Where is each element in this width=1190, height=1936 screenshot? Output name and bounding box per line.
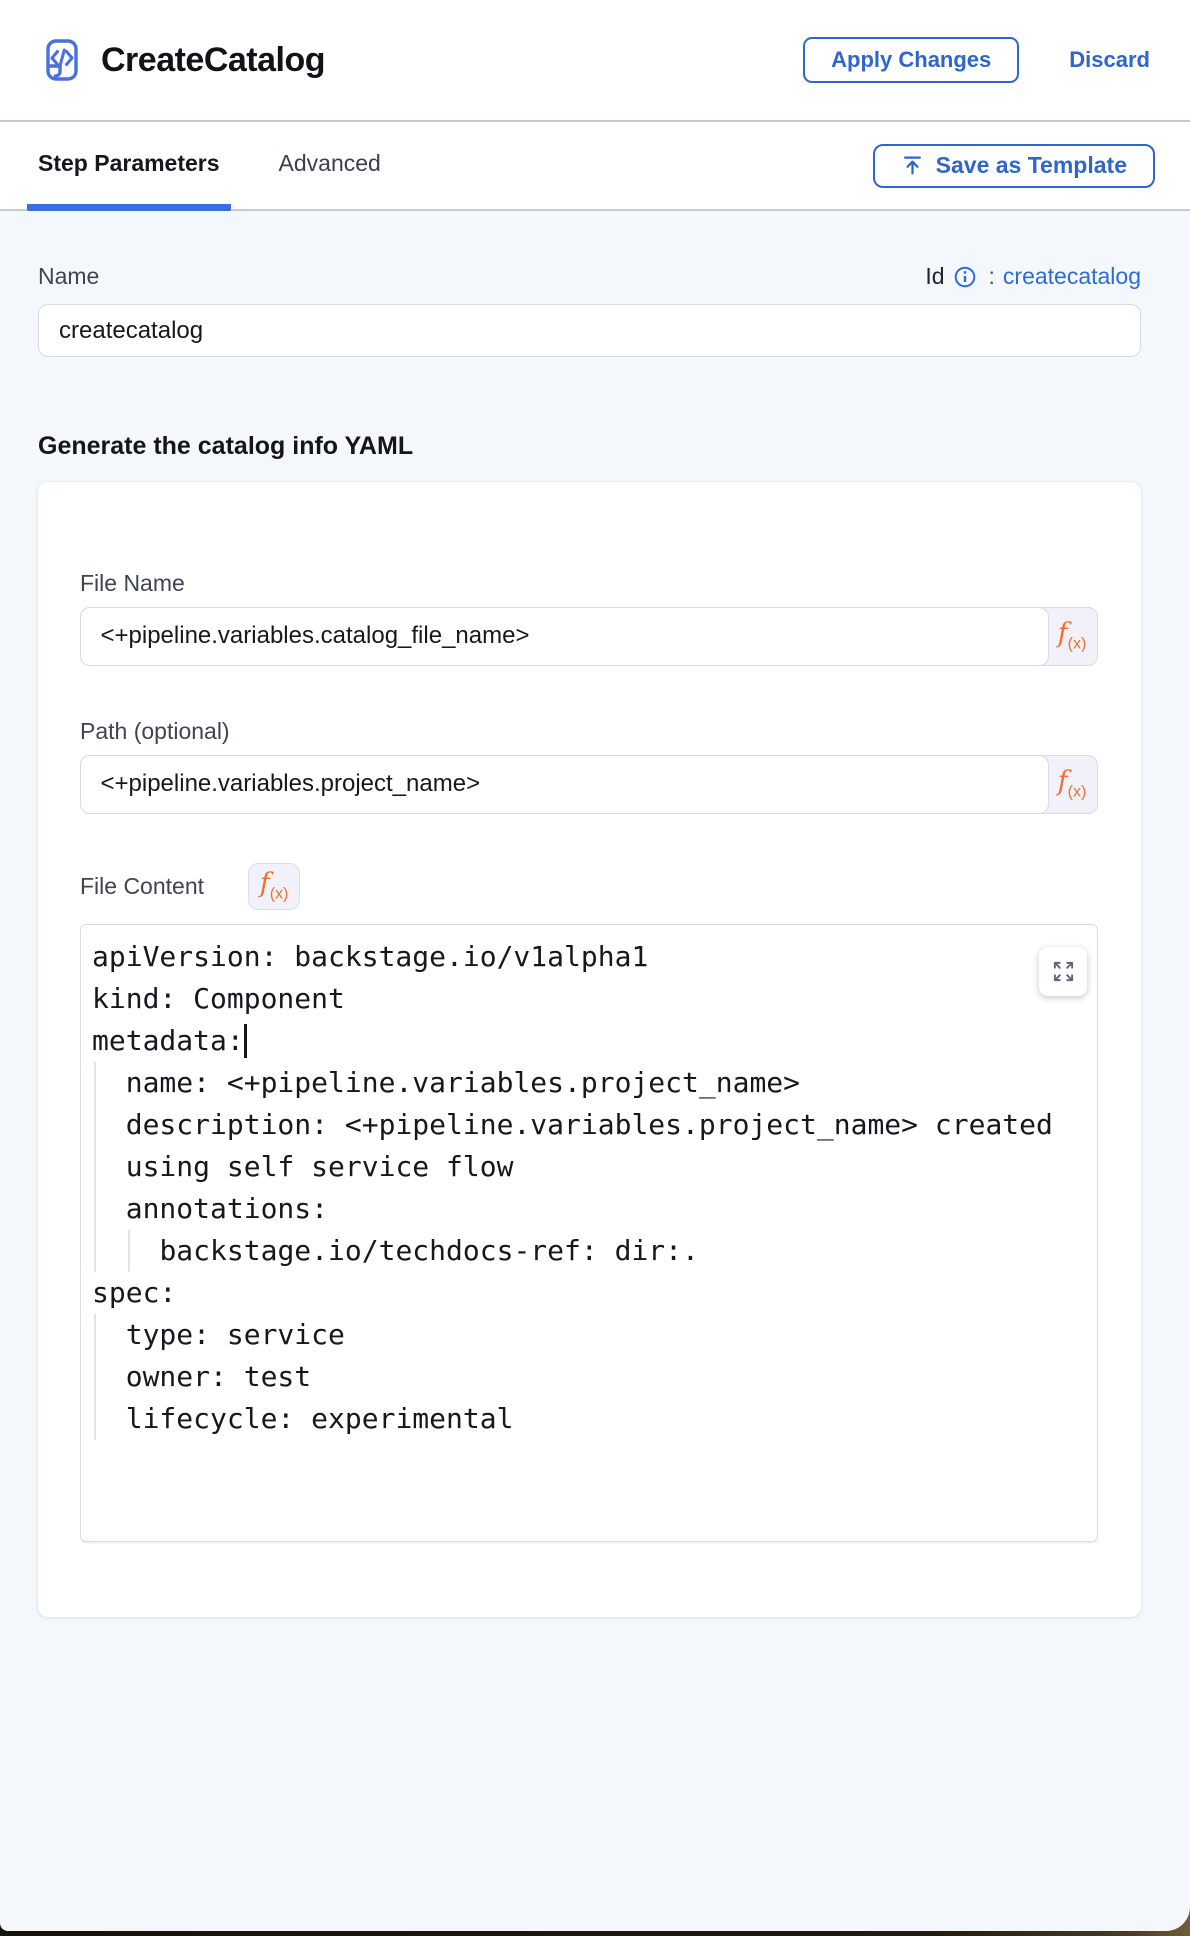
name-label: Name (38, 263, 99, 290)
apply-changes-button[interactable]: Apply Changes (803, 37, 1019, 83)
path-field: f(x) (80, 755, 1098, 814)
name-input[interactable] (38, 304, 1141, 357)
path-label: Path (optional) (80, 718, 1099, 745)
discard-button[interactable]: Discard (1069, 47, 1150, 73)
id-value-link[interactable]: createcatalog (1003, 263, 1141, 290)
info-icon[interactable] (953, 265, 977, 289)
expand-editor-button[interactable] (1039, 947, 1087, 996)
id-label: Id (925, 263, 944, 290)
indent-guide (94, 1314, 96, 1440)
file-name-input[interactable] (80, 607, 1049, 666)
save-as-template-button[interactable]: Save as Template (873, 144, 1155, 188)
file-name-fx-button[interactable]: f(x) (1047, 608, 1097, 665)
fx-icon: f(x) (1058, 620, 1087, 652)
file-content-fx-button[interactable]: f(x) (248, 863, 300, 910)
step-parameters-content: Name Id : createcatalog Generate the cat… (0, 211, 1190, 1617)
fx-icon: f(x) (1058, 768, 1087, 800)
tab-advanced[interactable]: Advanced (268, 122, 392, 211)
name-row: Name Id : createcatalog (38, 263, 1141, 290)
fx-icon: f(x) (260, 870, 289, 902)
id-separator: : (989, 263, 995, 290)
step-group-card: File Name f(x) Path (optional) f(x) File… (38, 482, 1141, 1617)
fullscreen-icon (1052, 960, 1075, 983)
script-step-icon (40, 36, 84, 84)
file-content-label: File Content (80, 873, 204, 900)
tab-step-parameters[interactable]: Step Parameters (27, 122, 231, 211)
page-title: CreateCatalog (101, 41, 803, 80)
tab-bar: Step Parameters Advanced Save as Templat… (0, 122, 1190, 211)
id-cluster: Id : createcatalog (925, 263, 1141, 290)
path-input[interactable] (80, 755, 1049, 814)
section-heading: Generate the catalog info YAML (38, 432, 1141, 461)
indent-guide (128, 1230, 130, 1272)
indent-guide (94, 1062, 96, 1272)
upload-icon (901, 154, 924, 177)
yaml-code[interactable]: apiVersion: backstage.io/v1alpha1 kind: … (81, 925, 1097, 1440)
save-as-template-label: Save as Template (936, 152, 1127, 179)
text-cursor (244, 1024, 247, 1058)
step-config-panel: CreateCatalog Apply Changes Discard Step… (0, 0, 1190, 1931)
file-name-label: File Name (80, 570, 1099, 597)
path-fx-button[interactable]: f(x) (1047, 756, 1097, 813)
yaml-editor[interactable]: apiVersion: backstage.io/v1alpha1 kind: … (80, 924, 1098, 1542)
header: CreateCatalog Apply Changes Discard (0, 0, 1190, 120)
file-name-field: f(x) (80, 607, 1098, 666)
file-content-row: File Content f(x) (80, 863, 1099, 910)
